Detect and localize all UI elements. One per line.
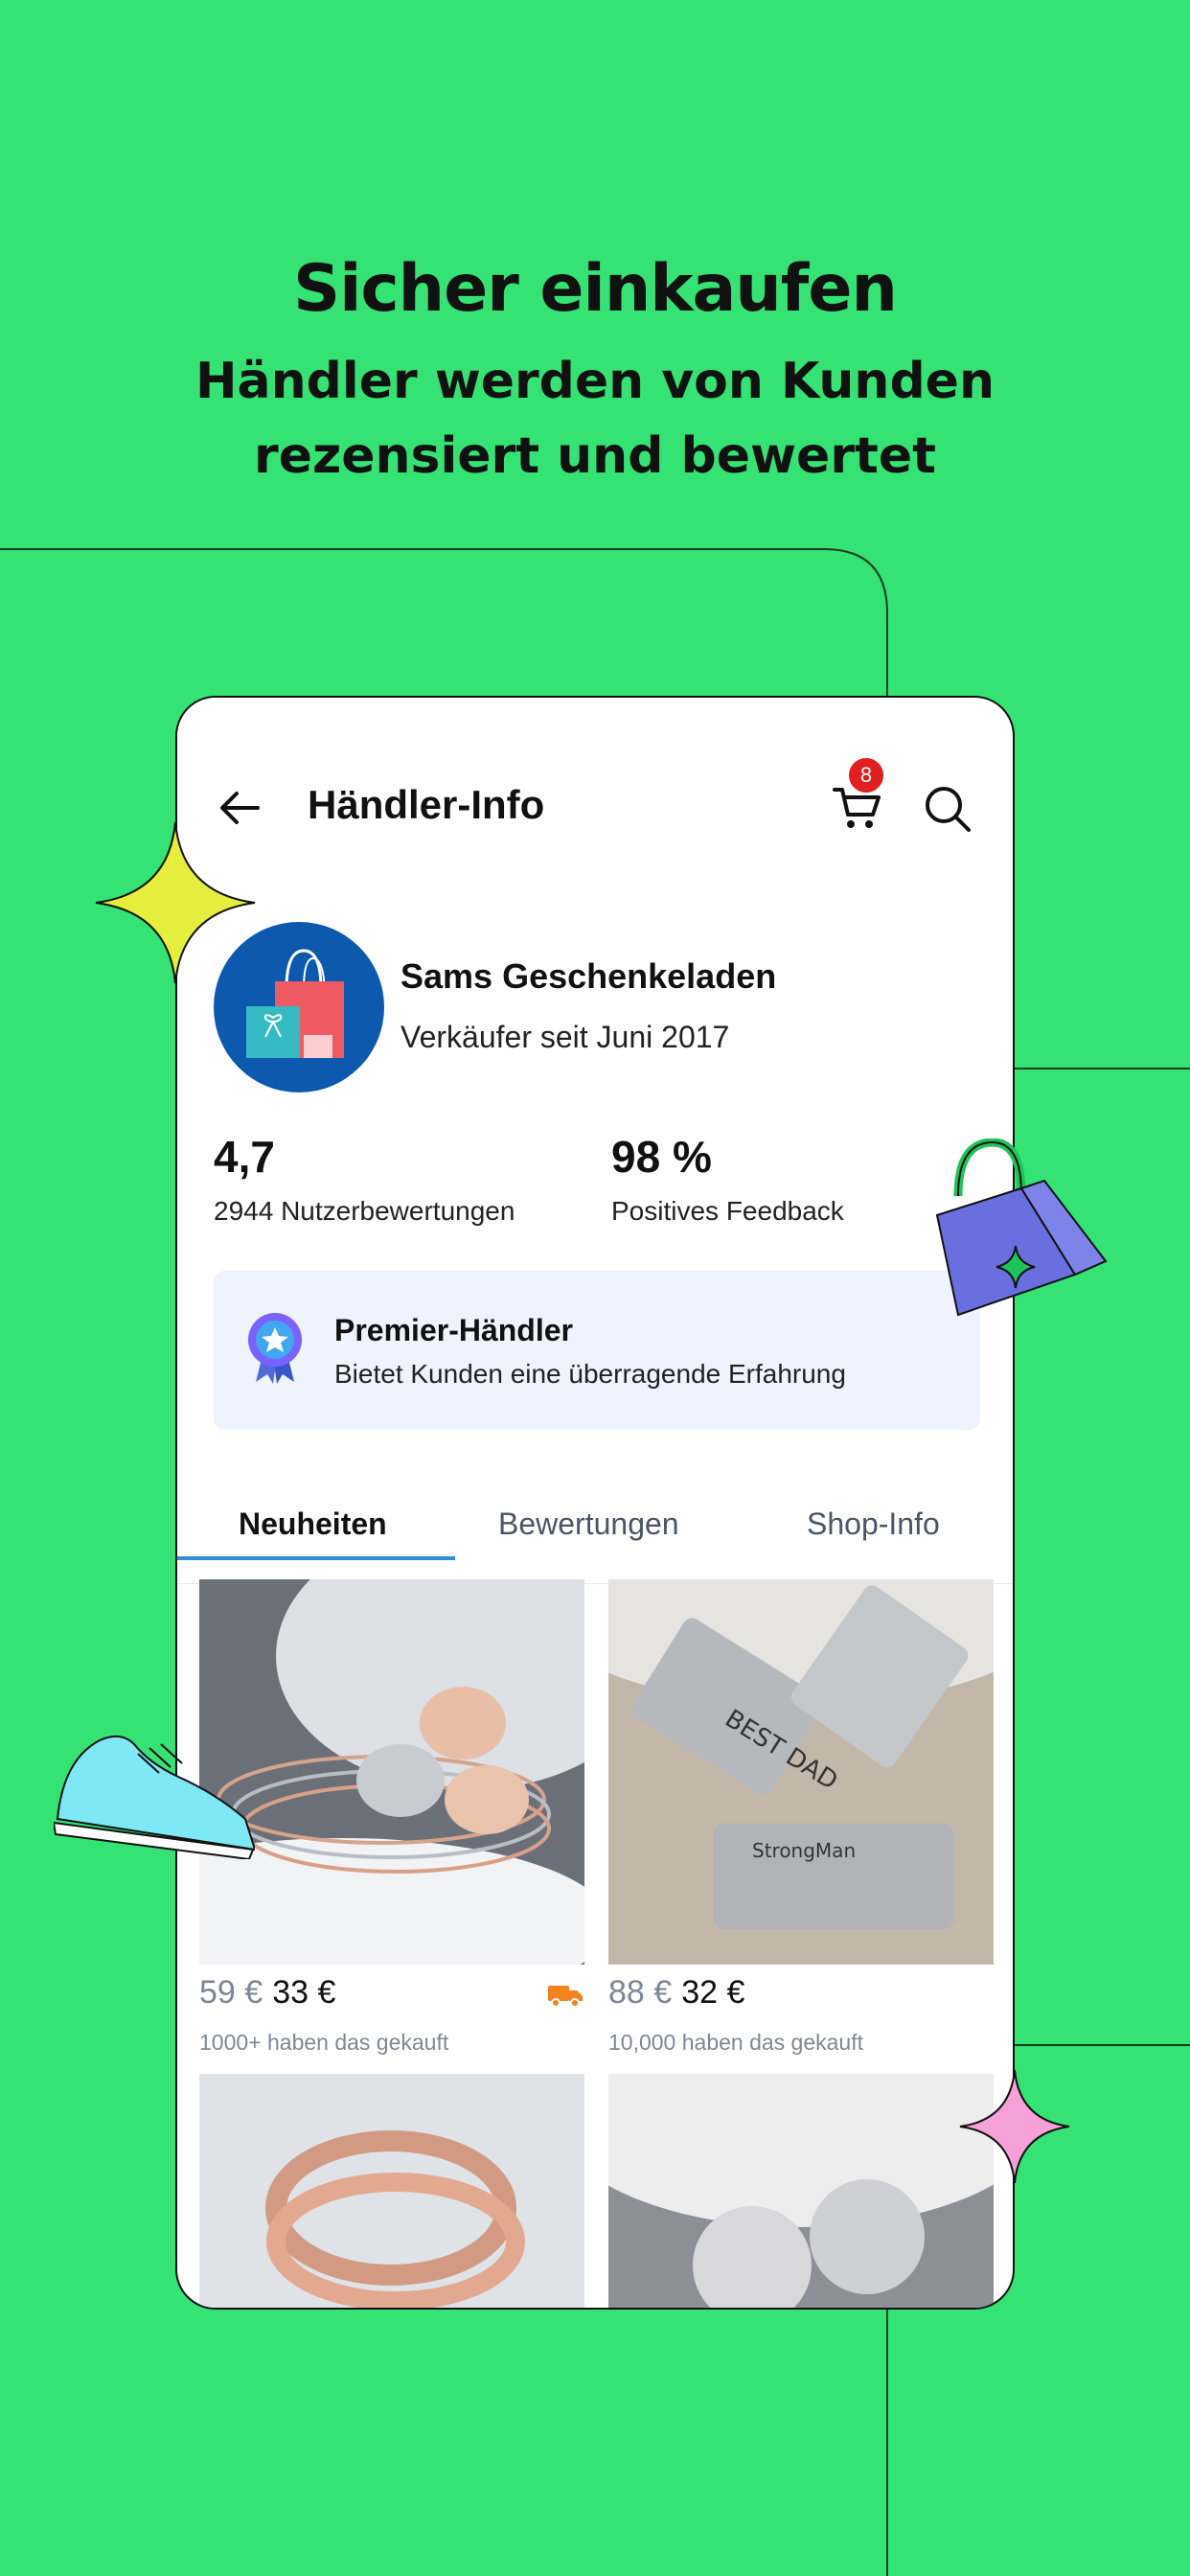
headline-title: Sicher einkaufen <box>293 251 898 327</box>
marketing-headline: Sicher einkaufen Händler werden von Kund… <box>0 251 1190 494</box>
rating-value: 4,7 <box>214 1132 275 1182</box>
tab-neuheiten[interactable]: Neuheiten <box>239 1506 387 1542</box>
product-price: 59 €33 € <box>199 1974 335 2012</box>
product-image-money-clips[interactable]: StrongMan BEST DAD <box>608 1579 994 1965</box>
feedback-label: Positives Feedback <box>611 1196 844 1226</box>
current-price: 32 € <box>681 1974 745 2011</box>
search-icon[interactable] <box>921 782 974 836</box>
purchase-count: 1000+ haben das gekauft <box>199 2030 449 2055</box>
sneaker-sticker-icon <box>54 1735 255 1859</box>
tab-shop-info[interactable]: Shop-Info <box>807 1506 940 1542</box>
old-price: 59 € <box>199 1974 263 2011</box>
active-tab-indicator <box>177 1556 455 1560</box>
feedback-value: 98 % <box>611 1132 712 1182</box>
product-image-golf-markers[interactable] <box>608 2074 994 2308</box>
product-card[interactable]: StrongMan BEST DAD 88 €32 € 10,000 haben… <box>608 1579 994 2068</box>
page-title: Händler-Info <box>308 782 545 827</box>
headline-line-1: Händler werden von Kunden <box>195 353 995 410</box>
old-price: 88 € <box>608 1974 673 2011</box>
sparkle-yellow-icon <box>95 821 256 984</box>
phone-screen: Händler-Info 8 Sams Geschenkeladen Verkä… <box>175 696 1015 2310</box>
product-image-bracelets[interactable] <box>199 1579 584 1965</box>
product-card[interactable] <box>199 2074 584 2308</box>
tab-bewertungen[interactable]: Bewertungen <box>498 1506 679 1542</box>
delivery-truck-icon <box>548 1986 583 2008</box>
premier-merchant-card[interactable]: Premier-Händler Bietet Kunden eine überr… <box>214 1271 980 1430</box>
tab-bar: Neuheiten Bewertungen Shop-Info <box>177 1482 1013 1584</box>
current-price: 33 € <box>272 1974 336 2011</box>
shop-name: Sams Geschenkeladen <box>400 956 777 996</box>
product-price: 88 €32 € <box>608 1974 744 2012</box>
product-image-ring[interactable] <box>199 2074 584 2308</box>
svg-text:StrongMan: StrongMan <box>752 1839 856 1862</box>
headline-line-2: rezensiert und bewertet <box>254 427 936 485</box>
sparkle-pink-icon <box>959 2069 1070 2184</box>
product-card[interactable]: 59 €33 € 1000+ haben das gekauft <box>199 1579 584 2068</box>
award-ribbon-icon <box>248 1313 302 1384</box>
product-card[interactable] <box>608 2074 994 2308</box>
premier-title: Premier-Händler <box>334 1313 573 1347</box>
cart-count-badge: 8 <box>846 755 886 795</box>
premier-description: Bietet Kunden eine überragende Erfahrung <box>334 1359 846 1389</box>
top-bar: Händler-Info 8 <box>177 755 1013 861</box>
seller-since: Verkäufer seit Juni 2017 <box>400 1020 730 1054</box>
purchase-count: 10,000 haben das gekauft <box>608 2030 864 2055</box>
rating-label: 2944 Nutzerbewertungen <box>214 1196 515 1226</box>
headline-subtitle: Händler werden von Kunden rezensiert und… <box>0 344 1190 494</box>
shopping-bag-sticker-icon <box>935 1138 1108 1317</box>
